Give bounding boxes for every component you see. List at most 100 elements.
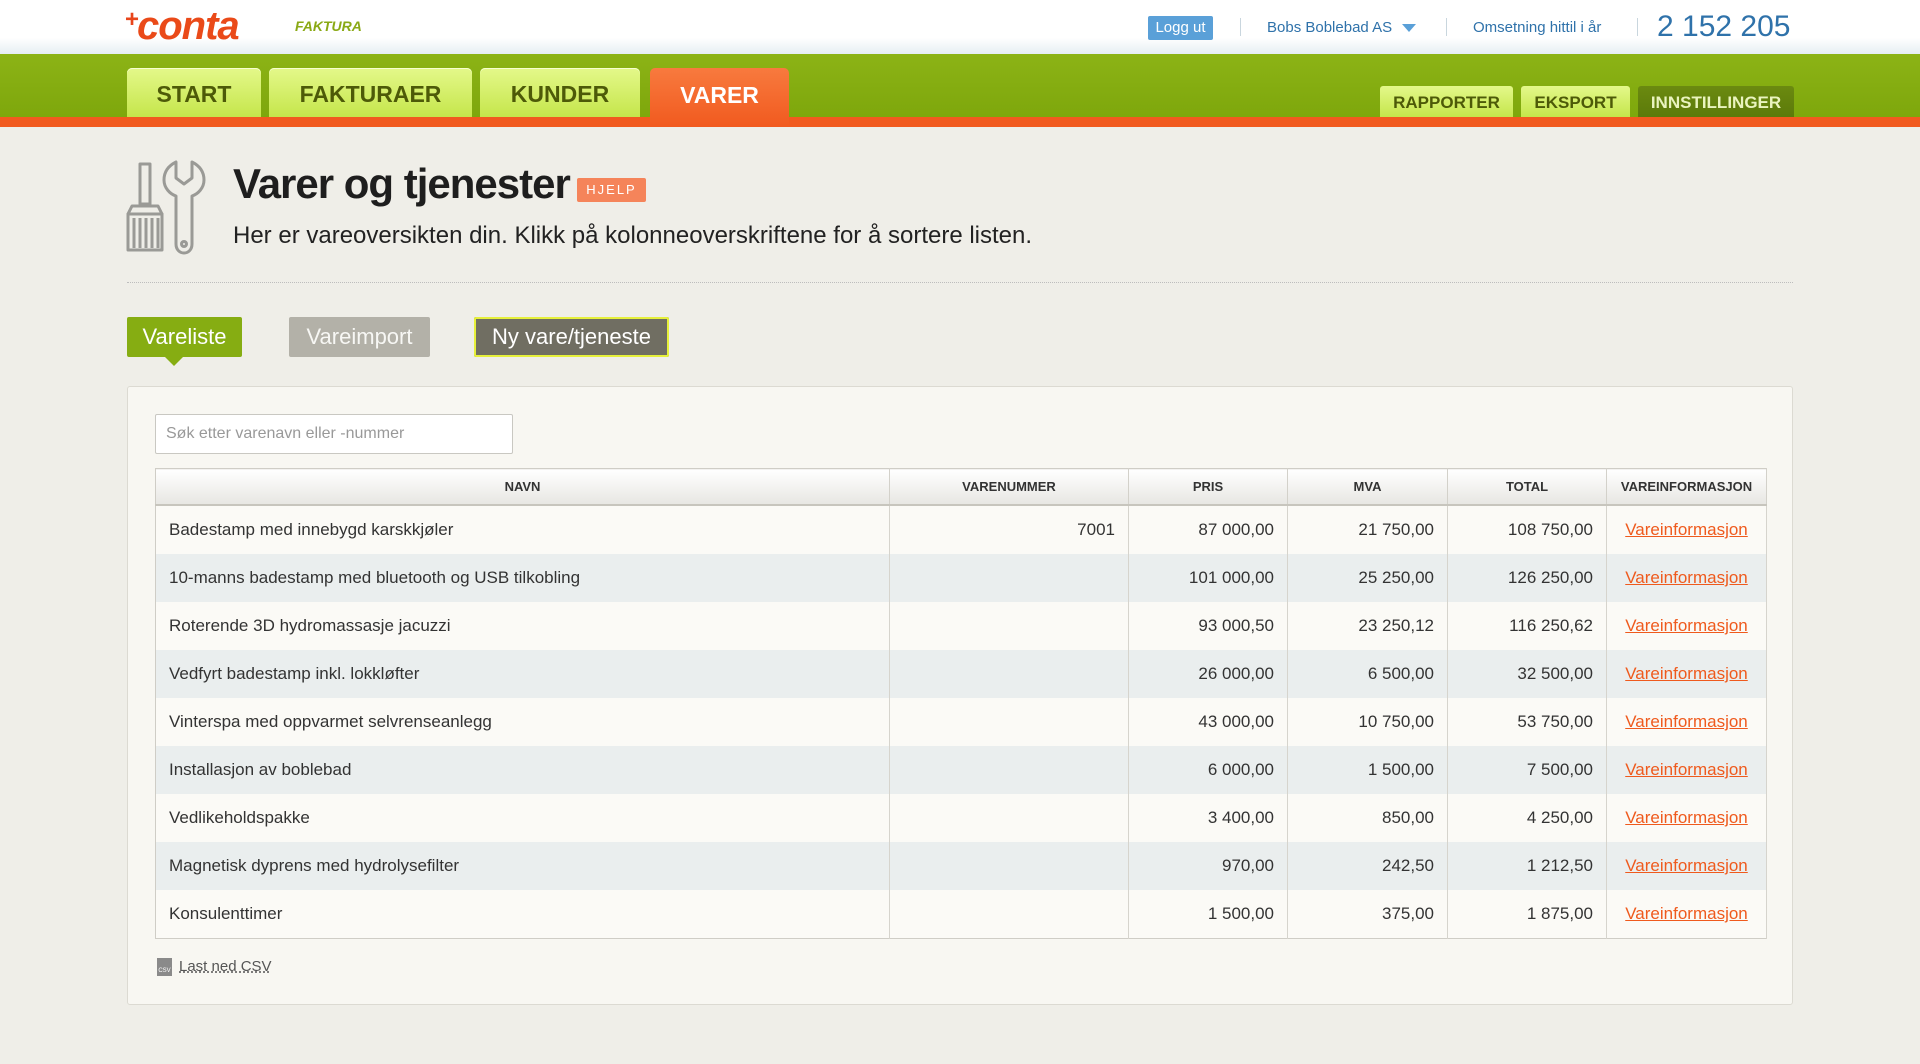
table-row: Vinterspa med oppvarmet selvrenseanlegg … [155, 698, 1767, 746]
cell-total: 4 250,00 [1447, 794, 1607, 842]
cell-vat: 10 750,00 [1287, 698, 1448, 746]
cell-number [889, 746, 1129, 794]
cell-info: Vareinformasjon [1606, 554, 1767, 602]
cell-vat: 242,50 [1287, 842, 1448, 890]
cell-name: Badestamp med innebygd karskkjøler [155, 505, 890, 554]
item-info-link[interactable]: Vareinformasjon [1625, 616, 1748, 635]
item-info-link[interactable]: Vareinformasjon [1625, 904, 1748, 923]
tab-start[interactable]: START [127, 68, 261, 117]
cell-vat: 375,00 [1287, 890, 1448, 939]
cell-number [889, 842, 1129, 890]
column-header-navn[interactable]: NAVN [155, 468, 890, 506]
cell-info: Vareinformasjon [1606, 746, 1767, 794]
logo-sub: FAKTURA [295, 18, 362, 34]
items-table: NAVN VARENUMMER PRIS MVA TOTAL VAREINFOR… [155, 468, 1767, 939]
item-info-link[interactable]: Vareinformasjon [1625, 856, 1748, 875]
cell-vat: 21 750,00 [1287, 505, 1448, 554]
company-name: Bobs Boblebad AS [1267, 19, 1393, 36]
table-row: Konsulenttimer 1 500,00 375,00 1 875,00 … [155, 890, 1767, 939]
csv-file-icon: CSV [157, 958, 172, 977]
cell-total: 116 250,62 [1447, 602, 1607, 650]
column-header-total[interactable]: TOTAL [1447, 468, 1607, 506]
cell-number [889, 698, 1129, 746]
cell-total: 1 212,50 [1447, 842, 1607, 890]
cell-price: 6 000,00 [1128, 746, 1288, 794]
tab-fakturaer[interactable]: FAKTURAER [269, 68, 472, 117]
cell-price: 1 500,00 [1128, 890, 1288, 939]
item-info-link[interactable]: Vareinformasjon [1625, 760, 1748, 779]
cell-info: Vareinformasjon [1606, 842, 1767, 890]
cell-total: 1 875,00 [1447, 890, 1607, 939]
cell-price: 3 400,00 [1128, 794, 1288, 842]
cell-price: 93 000,50 [1128, 602, 1288, 650]
tab-kunder[interactable]: KUNDER [480, 68, 640, 117]
vareliste-button[interactable]: Vareliste [127, 317, 242, 366]
csv-icon-text: CSV [158, 968, 171, 975]
cell-price: 970,00 [1128, 842, 1288, 890]
download-csv[interactable]: CSV Last ned CSV [157, 958, 272, 977]
table-header-row: NAVN VARENUMMER PRIS MVA TOTAL VAREINFOR… [155, 468, 1767, 506]
cell-number [889, 890, 1129, 939]
table-row: Magnetisk dyprens med hydrolysefilter 97… [155, 842, 1767, 890]
page-subtitle: Her er vareoversikten din. Klikk på kolo… [233, 222, 1033, 249]
heading-divider [127, 282, 1793, 283]
header-separator [1446, 18, 1447, 36]
download-csv-link[interactable]: Last ned CSV [179, 958, 272, 975]
tab-rapporter[interactable]: RAPPORTER [1380, 86, 1513, 117]
cell-info: Vareinformasjon [1606, 698, 1767, 746]
cell-price: 101 000,00 [1128, 554, 1288, 602]
cell-name: 10-manns badestamp med bluetooth og USB … [155, 554, 890, 602]
nav-underline [0, 117, 1920, 127]
cell-total: 126 250,00 [1447, 554, 1607, 602]
cell-info: Vareinformasjon [1606, 505, 1767, 554]
cell-total: 108 750,00 [1447, 505, 1607, 554]
cell-info: Vareinformasjon [1606, 602, 1767, 650]
cell-info: Vareinformasjon [1606, 794, 1767, 842]
table-row: Badestamp med innebygd karskkjøler 7001 … [155, 505, 1767, 554]
logout-button[interactable]: Logg ut [1148, 16, 1213, 40]
cell-total: 53 750,00 [1447, 698, 1607, 746]
cell-name: Konsulenttimer [155, 890, 890, 939]
page-title: Varer og tjenester [233, 160, 571, 207]
cell-total: 7 500,00 [1447, 746, 1607, 794]
top-header: + conta FAKTURA Logg ut Bobs Boblebad AS… [0, 0, 1920, 54]
cell-number [889, 650, 1129, 698]
tab-eksport[interactable]: EKSPORT [1521, 86, 1630, 117]
search-input[interactable] [155, 414, 513, 454]
column-header-vareinformasjon[interactable]: VAREINFORMASJON [1606, 468, 1767, 506]
tab-innstillinger[interactable]: INNSTILLINGER [1638, 86, 1794, 117]
chevron-down-icon [1402, 24, 1417, 33]
cell-number [889, 602, 1129, 650]
new-item-button[interactable]: Ny vare/tjeneste [474, 317, 669, 357]
company-selector[interactable]: Bobs Boblebad AS [1267, 19, 1417, 36]
cell-vat: 6 500,00 [1287, 650, 1448, 698]
tab-varer[interactable]: VARER [650, 68, 789, 127]
item-info-link[interactable]: Vareinformasjon [1625, 712, 1748, 731]
item-info-link[interactable]: Vareinformasjon [1625, 664, 1748, 683]
active-pointer [165, 357, 183, 366]
header-separator [1637, 18, 1638, 36]
item-info-link[interactable]: Vareinformasjon [1625, 568, 1748, 587]
table-row: Vedlikeholdspakke 3 400,00 850,00 4 250,… [155, 794, 1767, 842]
cell-name: Vinterspa med oppvarmet selvrenseanlegg [155, 698, 890, 746]
vareimport-button[interactable]: Vareimport [289, 317, 430, 357]
tools-icon [124, 160, 210, 261]
turnover-value: 2 152 205 [1657, 10, 1791, 43]
cell-vat: 850,00 [1287, 794, 1448, 842]
vareliste-label: Vareliste [142, 324, 227, 349]
cell-vat: 1 500,00 [1287, 746, 1448, 794]
cell-info: Vareinformasjon [1606, 650, 1767, 698]
cell-price: 87 000,00 [1128, 505, 1288, 554]
item-info-link[interactable]: Vareinformasjon [1625, 520, 1748, 539]
help-button[interactable]: HJELP [577, 178, 646, 202]
cell-price: 26 000,00 [1128, 650, 1288, 698]
column-header-mva[interactable]: MVA [1287, 468, 1448, 506]
cell-number [889, 794, 1129, 842]
logo-word: conta [137, 4, 240, 48]
cell-vat: 23 250,12 [1287, 602, 1448, 650]
table-row: Roterende 3D hydromassasje jacuzzi 93 00… [155, 602, 1767, 650]
column-header-pris[interactable]: PRIS [1128, 468, 1288, 506]
cell-price: 43 000,00 [1128, 698, 1288, 746]
item-info-link[interactable]: Vareinformasjon [1625, 808, 1748, 827]
column-header-varenummer[interactable]: VARENUMMER [889, 468, 1129, 506]
